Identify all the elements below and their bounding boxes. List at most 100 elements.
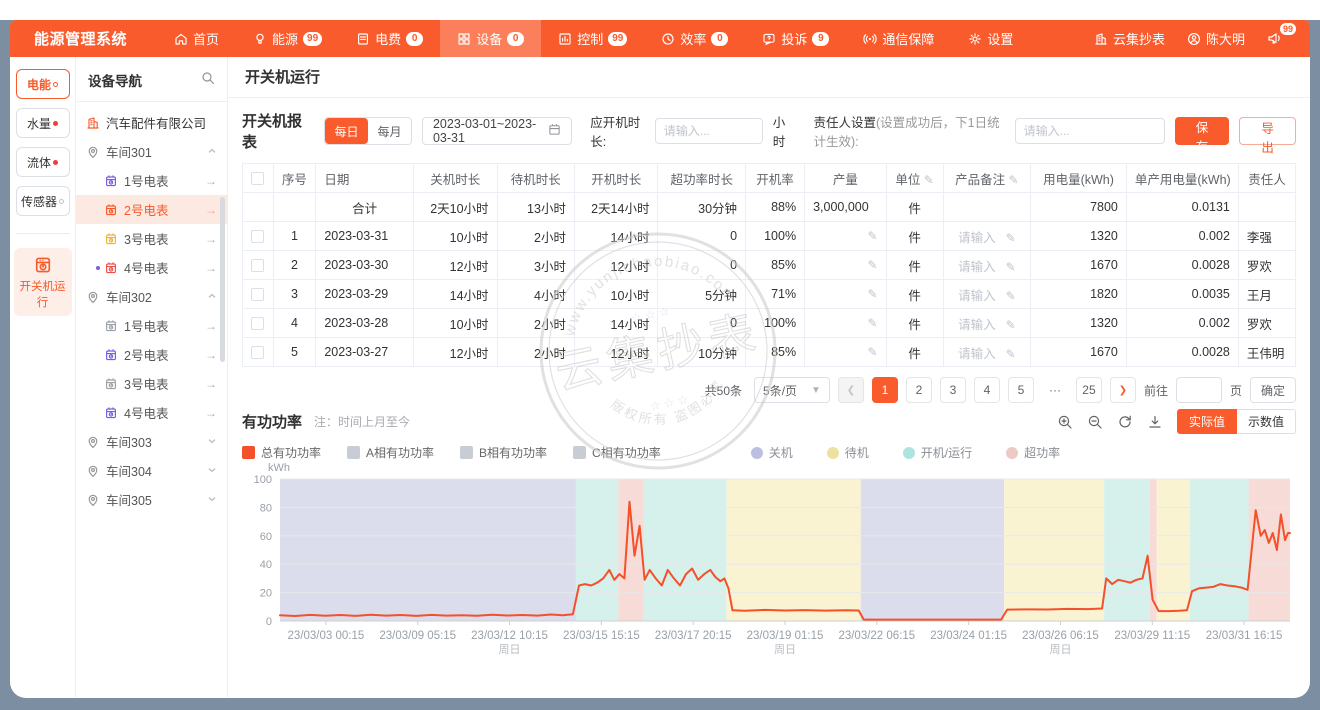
arrow-right-icon[interactable]: → [205,232,217,246]
tree-group-车间303[interactable]: 车间303 [76,427,227,456]
power-note: 注：时间上月至今 [314,413,410,430]
actual-value-button[interactable]: 实际值 [1177,409,1237,434]
edit-icon[interactable]: ✎ [1005,173,1018,187]
arrow-right-icon[interactable]: → [205,377,217,391]
nav-item-能源[interactable]: 能源99 [236,20,339,57]
reading-value-button[interactable]: 示数值 [1237,409,1296,434]
nav-item-label: 首页 [193,29,219,48]
tree-meter-车间301-2号电表[interactable]: 2号电表→ [76,195,227,224]
row-checkbox[interactable] [251,259,264,272]
row-checkbox[interactable] [251,288,264,301]
tree-meter-车间302-1号电表[interactable]: 1号电表→ [76,311,227,340]
tree-meter-车间302-3号电表[interactable]: 3号电表→ [76,369,227,398]
arrow-right-icon[interactable]: → [205,203,217,217]
confirm-page-button[interactable]: 确定 [1250,377,1296,403]
legend-series-B相有功功率[interactable]: B相有功功率 [460,444,547,461]
col-header-待机时长: 待机时长 [497,164,574,193]
legend-label: A相有功功率 [366,444,434,461]
download-icon[interactable] [1147,414,1163,430]
sidebar-tab-水量[interactable]: 水量 [16,108,70,138]
nav-item-设备[interactable]: 设备0 [440,20,541,57]
row-checkbox[interactable] [251,346,264,359]
arrow-right-icon[interactable]: → [205,174,217,188]
legend-series-总有功功率[interactable]: 总有功功率 [242,444,321,461]
row-checkbox[interactable] [251,230,264,243]
edit-icon[interactable]: ✎ [1006,260,1016,274]
next-page-button[interactable]: ❯ [1110,377,1136,403]
edit-icon[interactable]: ✎ [868,287,878,301]
sidebar-tab-电能[interactable]: 电能 [16,69,70,99]
tree-meter-车间301-4号电表[interactable]: 4号电表→ [76,253,227,282]
nav-item-设置[interactable]: 设置 [951,20,1030,57]
sidebar-tab-传感器[interactable]: 传感器 [16,186,70,216]
page-button-5[interactable]: 5 [1008,377,1034,403]
edit-icon[interactable]: ✎ [868,316,878,330]
edit-icon[interactable]: ✎ [1006,318,1016,332]
power-section-header: 有功功率 注：时间上月至今 实际值 示数值 [242,409,1296,434]
tree-company[interactable]: 汽车配件有限公司 [76,108,227,137]
required-hours-input[interactable] [655,118,763,144]
page-button-4[interactable]: 4 [974,377,1000,403]
owner-input[interactable] [1015,118,1165,144]
notifications-button[interactable]: 99 [1267,31,1284,46]
date-range-picker[interactable]: 2023-03-01~2023-03-31 [422,117,572,145]
search-icon[interactable] [201,71,215,90]
zoom-out-icon[interactable] [1087,414,1103,430]
edit-icon[interactable]: ✎ [1006,231,1016,245]
page-button-3[interactable]: 3 [940,377,966,403]
power-chart[interactable]: 020406080100kWh23/03/03 00:1523/03/09 05… [242,463,1296,663]
tree-meter-车间302-2号电表[interactable]: 2号电表→ [76,340,227,369]
energy-type-tabbar: 电能水量流体传感器开关机运行 [10,57,76,698]
tree-group-车间305[interactable]: 车间305 [76,485,227,514]
chart-band-开机/运行 [576,479,618,621]
edit-icon[interactable]: ✎ [1006,289,1016,303]
arrow-right-icon[interactable]: → [205,261,217,275]
nav-item-控制[interactable]: 控制99 [541,20,644,57]
nav-item-电费[interactable]: 电费0 [339,20,440,57]
page-ellipsis[interactable]: ··· [1042,377,1068,403]
arrow-right-icon[interactable]: → [205,348,217,362]
cell-note: 请输入✎ [943,251,1031,280]
tree-group-车间301[interactable]: 车间301 [76,137,227,166]
legend-series-C相有功功率[interactable]: C相有功功率 [573,444,661,461]
restore-icon[interactable] [1117,414,1133,430]
nav-item-投诉[interactable]: 投诉9 [745,20,846,57]
sidebar-tab-流体[interactable]: 流体 [16,147,70,177]
tree-meter-车间302-4号电表[interactable]: 4号电表→ [76,398,227,427]
page-button-1[interactable]: 1 [872,377,898,403]
row-checkbox[interactable] [251,317,264,330]
edit-icon[interactable]: ✎ [868,229,878,243]
export-button[interactable]: 导出 [1239,117,1296,145]
page-button-2[interactable]: 2 [906,377,932,403]
tree-group-车间304[interactable]: 车间304 [76,456,227,485]
arrow-right-icon[interactable]: → [205,319,217,333]
zoom-in-icon[interactable] [1057,414,1073,430]
edit-icon[interactable]: ✎ [868,345,878,359]
cell-unit-energy: 0.0131 [1126,193,1238,222]
edit-icon[interactable]: ✎ [920,173,933,187]
page-button-25[interactable]: 25 [1076,377,1102,403]
nav-item-通信保障[interactable]: 通信保障 [846,20,951,57]
edit-icon[interactable]: ✎ [868,258,878,272]
sidebar-item-switch-run[interactable]: 开关机运行 [14,248,72,316]
prev-page-button[interactable]: ❮ [838,377,864,403]
tree-group-车间302[interactable]: 车间302 [76,282,227,311]
tree-meter-车间301-1号电表[interactable]: 1号电表→ [76,166,227,195]
page-size-select[interactable]: 5条/页▼ [754,377,830,403]
nav-item-首页[interactable]: 首页 [157,20,236,57]
cell-off: 14小时 [414,280,498,309]
tree-meter-车间301-3号电表[interactable]: 3号电表→ [76,224,227,253]
legend-series-A相有功功率[interactable]: A相有功功率 [347,444,434,461]
scrollbar-thumb[interactable] [220,197,225,362]
save-button[interactable]: 保存 [1175,117,1230,145]
monthly-toggle-button[interactable]: 每月 [368,118,411,144]
company-entry[interactable]: 云集抄表 [1094,29,1165,48]
daily-toggle-button[interactable]: 每日 [325,118,368,144]
select-all-checkbox[interactable] [251,172,264,185]
legend-swatch [903,447,915,459]
arrow-right-icon[interactable]: → [205,406,217,420]
edit-icon[interactable]: ✎ [1006,347,1016,361]
goto-page-input[interactable] [1176,377,1222,403]
nav-item-效率[interactable]: 效率0 [644,20,745,57]
user-entry[interactable]: 陈大明 [1187,29,1245,48]
